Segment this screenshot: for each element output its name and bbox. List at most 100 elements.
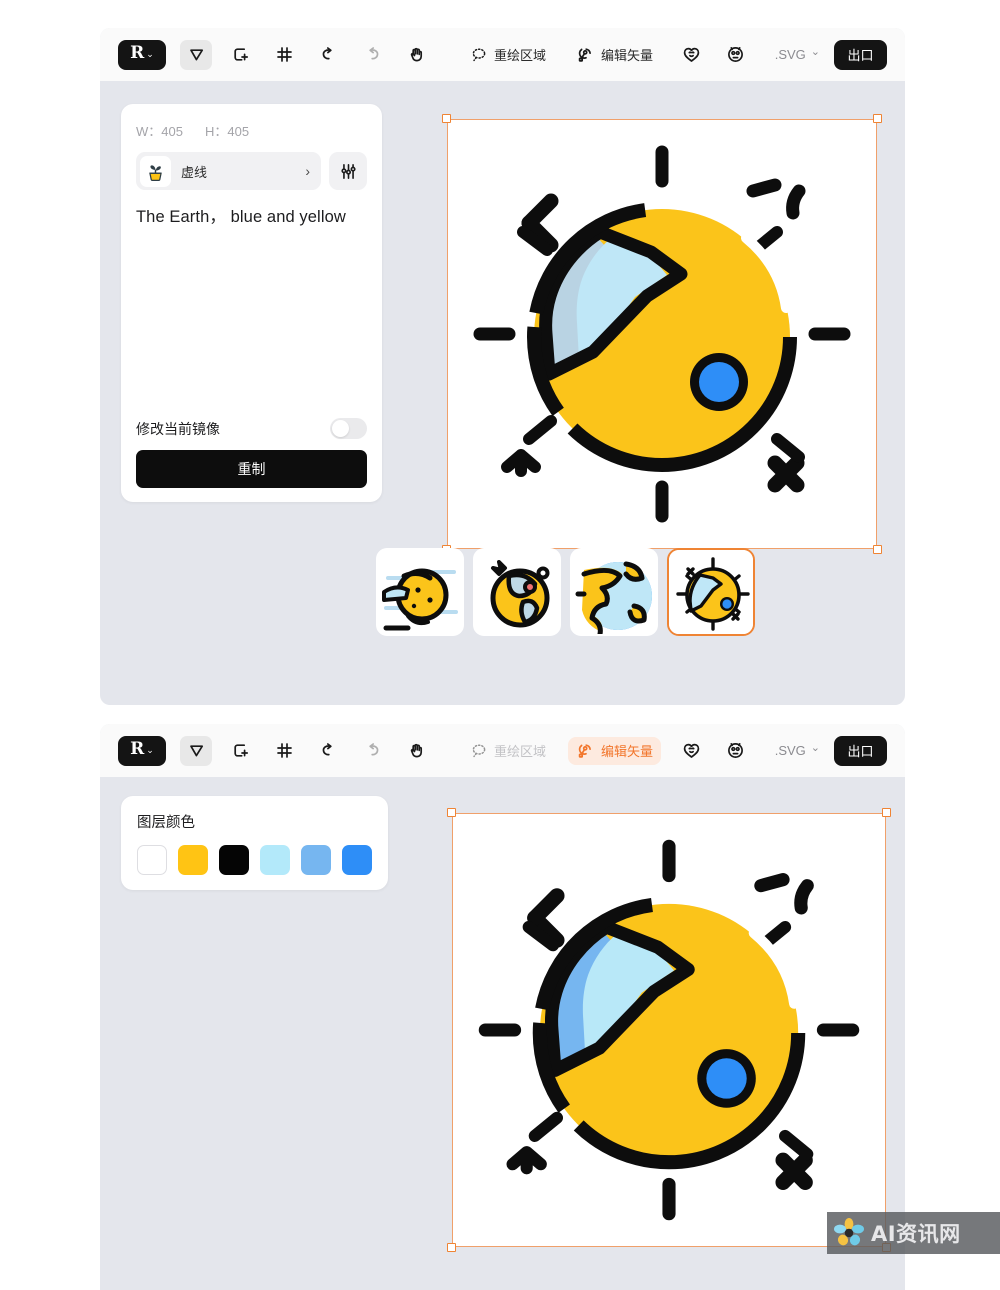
select-tool[interactable] [180, 735, 212, 766]
sliders-icon [339, 162, 358, 181]
app-logo-button[interactable]: R ⌄ [118, 39, 166, 70]
like-reaction-button[interactable] [675, 40, 707, 70]
regenerate-button-label: 重制 [237, 461, 266, 477]
panel-footer: 修改当前镜像 重制 [136, 418, 367, 488]
export-format-select[interactable]: .SVG ⌄ [775, 46, 820, 62]
width-value: W：405 [136, 124, 183, 139]
resize-handle-top-right[interactable] [873, 114, 882, 123]
crop-frame-icon [275, 741, 294, 760]
prompt-text[interactable]: The Earth， blue and yellow [136, 204, 367, 231]
app-logo-icon: R [130, 739, 145, 759]
redo-arrow-icon [363, 741, 382, 760]
watermark-text: AI资讯网 [871, 1222, 961, 1246]
properties-panel: W：405 H：405 虚线 › The Earth， blue and yel… [121, 104, 382, 502]
style-preset-select[interactable]: 虚线 › [136, 152, 321, 190]
resize-handle-top-left[interactable] [442, 114, 451, 123]
dislike-reaction-button[interactable] [719, 736, 751, 766]
advanced-settings-button[interactable] [329, 152, 367, 190]
export-format-select[interactable]: .SVG ⌄ [775, 742, 820, 758]
toggle-knob [332, 420, 349, 437]
cursor-arrow-icon [187, 45, 206, 64]
thumb-variant-3[interactable] [570, 548, 658, 636]
plant-pot-icon [140, 155, 171, 187]
toolbar-top: R ⌄ 重绘区域 编辑矢量 .SVG ⌄ 出口 [100, 28, 905, 81]
regenerate-button[interactable]: 重制 [136, 450, 367, 488]
crop-frame-icon [275, 45, 294, 64]
modify-current-image-toggle[interactable] [330, 418, 367, 439]
smiley-surprised-icon [725, 44, 746, 65]
swatch-sky-blue[interactable] [301, 845, 331, 875]
flower-logo-icon [833, 1217, 865, 1249]
redo-arrow-icon [363, 45, 382, 64]
resize-handle-top-right[interactable] [882, 808, 891, 817]
modify-current-image-row: 修改当前镜像 [136, 418, 367, 439]
hand-icon [407, 45, 426, 64]
edit-vector-button[interactable]: 编辑矢量 [568, 736, 662, 765]
pan-tool[interactable] [400, 736, 432, 766]
crop-tool[interactable] [268, 736, 300, 766]
undo-arrow-icon [319, 741, 338, 760]
add-shape-tool[interactable] [224, 40, 256, 70]
resize-handle-bottom-right[interactable] [873, 545, 882, 554]
swatch-light-cyan[interactable] [260, 845, 290, 875]
edit-vector-button[interactable]: 编辑矢量 [568, 41, 661, 69]
pan-tool[interactable] [400, 40, 432, 70]
dislike-reaction-button[interactable] [719, 40, 751, 70]
layer-colors-title: 图层颜色 [137, 815, 195, 831]
swatch-yellow[interactable] [178, 845, 208, 875]
canvas-bottom[interactable] [447, 808, 891, 1252]
style-preset-label: 虚线 [181, 164, 208, 180]
undo-tool[interactable] [312, 736, 344, 766]
app-root: R ⌄ 重绘区域 编辑矢量 .SVG ⌄ 出口 W：405 H：405 虚线 ›… [0, 0, 1000, 1290]
like-reaction-button[interactable] [675, 736, 707, 766]
height-value: H：405 [204, 124, 250, 139]
redraw-region-button[interactable]: 重绘区域 [462, 41, 554, 69]
thumb-variant-1[interactable] [376, 548, 464, 636]
cursor-arrow-icon [187, 741, 206, 760]
artwork-top[interactable] [447, 119, 877, 549]
vector-pen-icon [576, 46, 595, 64]
chevron-down-icon: ⌄ [146, 49, 154, 59]
variant-thumbnail-strip [376, 548, 755, 636]
editor-window-bottom: R ⌄ 重绘区域 编辑矢量 .SVG ⌄ 出口 图层颜色 [100, 724, 905, 1290]
thumb-variant-4[interactable] [667, 548, 755, 636]
thumb-variant-2[interactable] [473, 548, 561, 636]
watermark: AI资讯网 [827, 1212, 1000, 1254]
resize-handle-top-left[interactable] [447, 808, 456, 817]
app-logo-button[interactable]: R ⌄ [118, 735, 166, 766]
select-tool[interactable] [180, 39, 212, 70]
smiley-heart-icon [681, 44, 702, 65]
export-button-label: 出口 [847, 48, 874, 63]
swatch-white[interactable] [137, 845, 167, 875]
swatch-black[interactable] [219, 845, 249, 875]
undo-arrow-icon [319, 45, 338, 64]
redraw-region-button[interactable]: 重绘区域 [462, 737, 554, 765]
redraw-region-label: 重绘区域 [494, 48, 547, 63]
layer-colors-panel: 图层颜色 [121, 796, 388, 890]
smiley-surprised-icon [725, 740, 746, 761]
export-button[interactable]: 出口 [834, 735, 887, 766]
vector-pen-icon [576, 742, 595, 760]
chevron-right-icon: › [305, 163, 310, 179]
add-shape-tool[interactable] [224, 736, 256, 766]
swatch-blue[interactable] [342, 845, 372, 875]
undo-tool[interactable] [312, 40, 344, 70]
artwork-bottom[interactable] [452, 813, 886, 1247]
export-button[interactable]: 出口 [834, 39, 887, 70]
modify-current-image-label: 修改当前镜像 [136, 420, 220, 437]
redo-tool[interactable] [356, 40, 388, 70]
export-button-label: 出口 [847, 744, 874, 759]
redraw-region-label: 重绘区域 [494, 744, 547, 759]
chevron-down-icon: ⌄ [810, 46, 820, 58]
crop-tool[interactable] [268, 40, 300, 70]
style-preset-row: 虚线 › [136, 152, 367, 190]
chevron-down-icon: ⌄ [810, 742, 820, 754]
canvas-top[interactable] [442, 114, 882, 554]
edit-vector-label: 编辑矢量 [601, 48, 654, 63]
app-logo-icon: R [130, 43, 145, 63]
smiley-heart-icon [681, 740, 702, 761]
layer-colors-swatches [137, 845, 372, 875]
resize-handle-bottom-left[interactable] [447, 1243, 456, 1252]
redo-tool[interactable] [356, 736, 388, 766]
editor-window-top: R ⌄ 重绘区域 编辑矢量 .SVG ⌄ 出口 W：405 H：405 虚线 ›… [100, 28, 905, 705]
